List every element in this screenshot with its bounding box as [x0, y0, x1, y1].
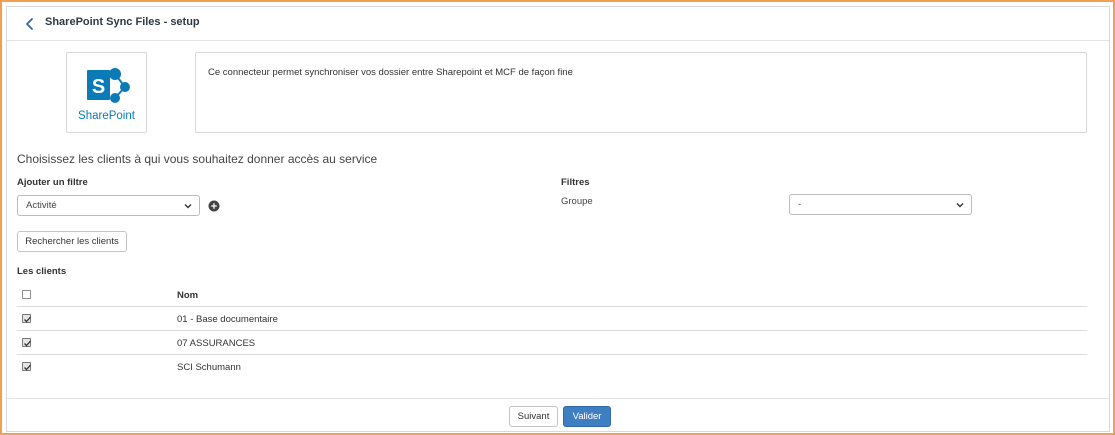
chevron-left-icon[interactable] [23, 17, 37, 31]
select-all-checkbox[interactable] [22, 290, 31, 299]
chevron-down-icon [184, 204, 192, 209]
search-clients-button[interactable]: Rechercher les clients [17, 231, 127, 252]
page-title: SharePoint Sync Files - setup [45, 16, 200, 28]
group-select-value: - [798, 199, 802, 210]
description-text: Ce connecteur permet synchroniser vos do… [208, 67, 573, 78]
add-filter-label: Ajouter un filtre [17, 177, 88, 188]
setup-panel: SharePoint Sync Files - setup S SharePoi… [6, 6, 1110, 432]
chevron-down-icon [956, 203, 964, 208]
header: SharePoint Sync Files - setup [7, 7, 1109, 41]
sharepoint-logo-text: SharePoint [78, 110, 135, 122]
clients-table-title: Les clients [17, 266, 67, 277]
plus-circle-icon[interactable] [208, 200, 220, 212]
validate-button[interactable]: Valider [563, 406, 611, 427]
group-label: Groupe [561, 196, 593, 207]
client-name: 07 ASSURANCES [177, 338, 256, 349]
check-icon [24, 364, 31, 371]
window-frame: SharePoint Sync Files - setup S SharePoi… [0, 0, 1115, 435]
row-checkbox[interactable] [22, 338, 31, 347]
table-header-row: Nom [17, 283, 1087, 307]
footer: Suivant Valider [7, 398, 1109, 432]
connector-description: Ce connecteur permet synchroniser vos do… [195, 52, 1087, 133]
filters-label: Filtres [561, 177, 590, 188]
filter-select-value: Activité [26, 200, 57, 211]
table-row[interactable]: 07 ASSURANCES [17, 331, 1087, 355]
check-icon [24, 316, 31, 323]
section-title: Choisissez les clients à qui vous souhai… [17, 152, 378, 166]
row-checkbox[interactable] [22, 314, 31, 323]
svg-text:S: S [92, 76, 105, 98]
sharepoint-icon: S [87, 68, 130, 103]
filter-select[interactable]: Activité [17, 195, 200, 216]
table-row[interactable]: 01 - Base documentaire [17, 307, 1087, 331]
check-icon [24, 340, 31, 347]
next-button[interactable]: Suivant [509, 406, 558, 427]
table-row[interactable]: SCI Schumann [17, 355, 1087, 379]
column-header-name: Nom [177, 290, 199, 301]
client-name: 01 - Base documentaire [177, 314, 278, 325]
client-name: SCI Schumann [177, 362, 241, 373]
group-select[interactable]: - [789, 194, 972, 215]
sharepoint-logo: S SharePoint [66, 52, 147, 133]
row-checkbox[interactable] [22, 362, 31, 371]
